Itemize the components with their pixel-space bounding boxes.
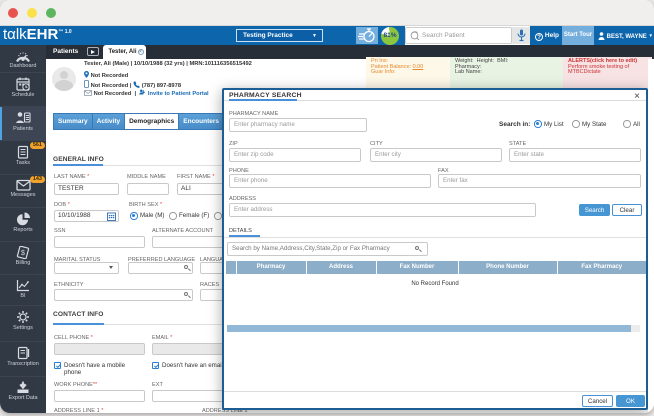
svg-text:$: $ xyxy=(21,250,25,257)
